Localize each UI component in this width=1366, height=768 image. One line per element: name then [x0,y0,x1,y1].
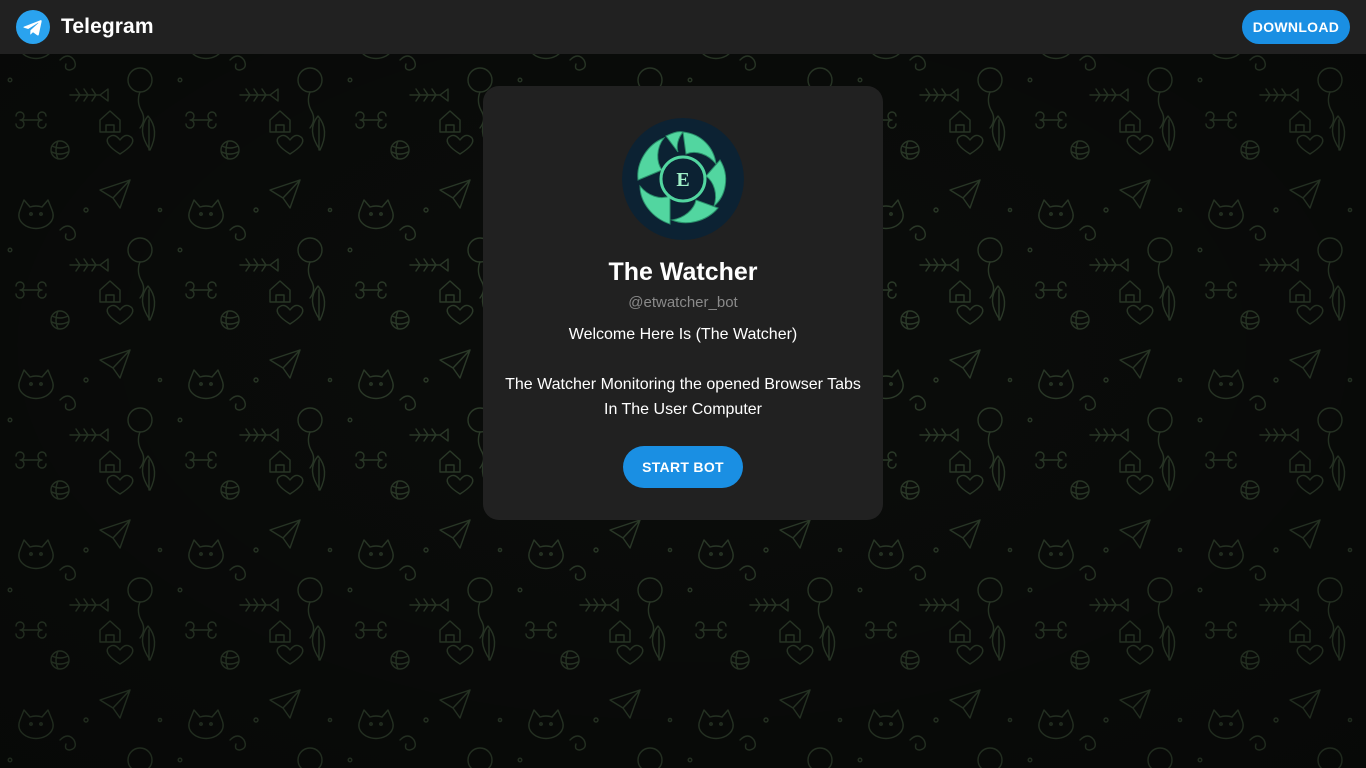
svg-text:E: E [676,169,689,191]
bot-avatar-image: E [622,118,744,240]
bot-username: @etwatcher_bot [628,294,738,311]
download-button[interactable]: DOWNLOAD [1242,10,1350,44]
brand-name: Telegram [61,15,154,38]
bot-description-line: Welcome Here Is (The Watcher) [568,326,798,343]
bot-description-line: The Watcher Monitoring the opened Browse… [505,376,861,418]
start-bot-button[interactable]: START BOT [623,446,743,488]
bot-description: Welcome Here Is (The Watcher) The Watche… [503,322,863,422]
top-bar: Telegram DOWNLOAD [0,0,1366,54]
bot-avatar: E [622,118,744,240]
bot-name: The Watcher [608,258,758,286]
bot-profile-card: E The Watcher @etwatcher_bot Welcome Her… [483,86,883,520]
telegram-home-link[interactable]: Telegram [16,10,154,44]
telegram-plane-icon [16,10,50,44]
